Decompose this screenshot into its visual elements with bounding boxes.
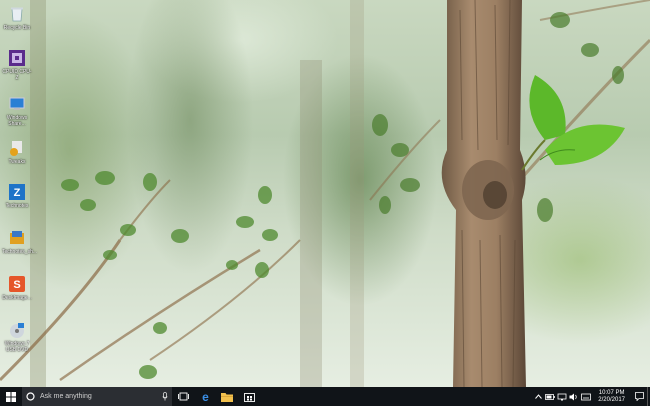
edge-browser-icon: e bbox=[202, 391, 209, 402]
chevron-up-icon bbox=[534, 394, 542, 399]
taskbar: Ask me anything e 10:07 PM 2/20/2017 bbox=[0, 387, 650, 406]
input-language-button[interactable] bbox=[580, 387, 592, 406]
network-icon bbox=[557, 393, 567, 400]
task-view-icon bbox=[177, 392, 189, 401]
store-button[interactable] bbox=[238, 387, 260, 406]
desktop-icon-technotes[interactable]: Z Technotes bbox=[2, 182, 32, 209]
folder-icon bbox=[221, 392, 233, 402]
microphone-icon[interactable] bbox=[162, 392, 168, 401]
desktop-icon-cpuid[interactable]: CPUID CPU-Z bbox=[2, 48, 32, 81]
store-bag-icon bbox=[243, 393, 255, 402]
desktop-icon-deskimage[interactable]: S DeskImage... bbox=[2, 274, 32, 301]
desktop-icon-windows-share[interactable]: Windows Share... bbox=[2, 94, 32, 127]
desktop-icon-recycle-bin[interactable]: Recycle Bin bbox=[2, 4, 32, 31]
tweaks-icon bbox=[7, 138, 27, 158]
technotes-icon: Z bbox=[7, 182, 27, 202]
start-button[interactable] bbox=[0, 387, 22, 406]
clock[interactable]: 10:07 PM 2/20/2017 bbox=[598, 390, 625, 404]
desktop-icon-windows7-usb-dvd[interactable]: Windows 7 USB DVD bbox=[2, 320, 32, 353]
technotes-shortcut-icon bbox=[7, 228, 27, 248]
task-view-button[interactable] bbox=[172, 387, 194, 406]
svg-text:Z: Z bbox=[14, 187, 21, 199]
desktop-icon-tweaks[interactable]: Tweaks bbox=[2, 138, 32, 165]
windows-share-icon bbox=[7, 94, 27, 114]
battery-icon bbox=[545, 393, 556, 400]
cortana-circle-icon bbox=[26, 392, 35, 401]
svg-text:e: e bbox=[202, 391, 209, 402]
svg-text:S: S bbox=[13, 279, 20, 291]
clock-time: 10:07 PM bbox=[598, 389, 625, 396]
cortana-search-box[interactable]: Ask me anything bbox=[22, 387, 172, 406]
volume-button[interactable] bbox=[568, 387, 580, 406]
windows-logo-icon bbox=[6, 391, 16, 402]
windows7-usb-dvd-icon bbox=[7, 320, 27, 340]
network-button[interactable] bbox=[556, 387, 568, 406]
speaker-icon bbox=[569, 393, 577, 400]
deskimage-icon: S bbox=[7, 274, 27, 294]
desktop-wallpaper bbox=[0, 0, 650, 387]
keyboard-icon bbox=[581, 393, 592, 400]
show-hidden-icons-button[interactable] bbox=[532, 387, 544, 406]
system-tray: 10:07 PM 2/20/2017 bbox=[532, 387, 650, 406]
cpuid-icon bbox=[7, 48, 27, 68]
action-center-button[interactable] bbox=[631, 387, 647, 406]
clock-date: 2/20/2017 bbox=[598, 396, 625, 403]
edge-button[interactable]: e bbox=[194, 387, 216, 406]
search-placeholder: Ask me anything bbox=[40, 393, 92, 400]
desktop-icon-technotes-shortcut[interactable]: Technotes_sh... bbox=[2, 228, 37, 255]
recycle-bin-icon bbox=[7, 4, 27, 24]
file-explorer-button[interactable] bbox=[216, 387, 238, 406]
battery-button[interactable] bbox=[544, 387, 556, 406]
notification-icon bbox=[634, 392, 644, 401]
